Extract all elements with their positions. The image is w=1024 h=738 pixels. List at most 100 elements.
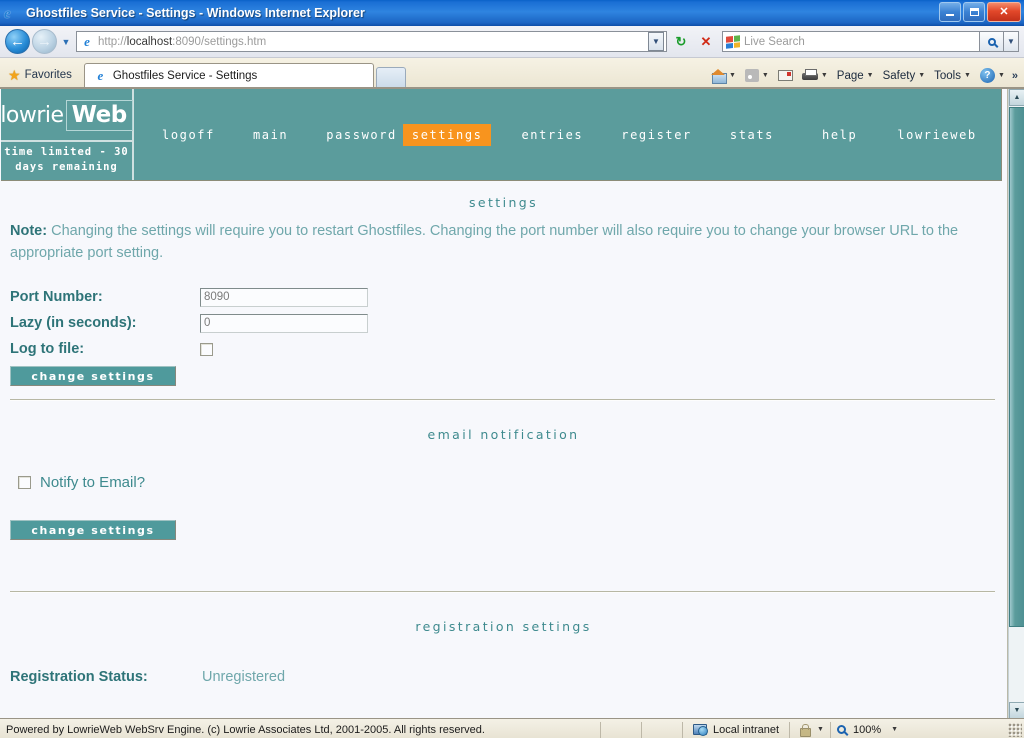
license-line-2: days remaining (15, 161, 118, 173)
restore-button[interactable] (963, 2, 985, 22)
chevron-down-icon: ▼ (761, 72, 769, 79)
license-banner: time limited - 30 days remaining (1, 140, 132, 180)
registration-section-title: registration settings (415, 619, 592, 634)
tab-favicon: e (97, 68, 104, 83)
help-menu[interactable]: ? ▼ (976, 67, 1009, 84)
change-settings-button-main[interactable]: change settings (10, 366, 176, 386)
mail-button[interactable] (774, 69, 797, 82)
safety-menu-label: Safety (882, 69, 916, 82)
tab-label: Ghostfiles Service - Settings (112, 69, 258, 82)
email-section-title: email notification (427, 427, 580, 442)
address-text: http://localhost:8090/settings.htm (98, 35, 267, 48)
log-to-file-label: Log to file: (10, 341, 85, 357)
rss-feed-icon (744, 69, 759, 82)
refresh-button[interactable]: ↻ (670, 31, 692, 53)
notify-email-row: Notify to Email? (8, 474, 999, 491)
feeds-button[interactable]: ▼ (741, 68, 773, 83)
scroll-down-button[interactable]: ▼ (1009, 702, 1024, 718)
page-body: settings Note: Changing the settings wil… (0, 181, 1007, 685)
chevron-down-icon: ▼ (918, 72, 926, 79)
scroll-up-button[interactable]: ▲ (1009, 89, 1024, 106)
notify-email-checkbox[interactable] (18, 476, 31, 489)
nav-item-help[interactable]: help (822, 124, 857, 146)
log-to-file-checkbox[interactable] (200, 342, 213, 356)
security-zone-indicator[interactable]: Local intranet (683, 723, 789, 736)
registration-status-label: Registration Status: (10, 669, 148, 685)
search-input[interactable]: Live Search (722, 31, 980, 52)
address-bar-row: ← → ▼ e http://localhost:8090/settings.h… (0, 26, 1024, 58)
chevron-down-icon: ▼ (964, 72, 971, 79)
forward-button[interactable]: → (32, 29, 57, 54)
mail-icon (777, 70, 793, 81)
nav-item-password[interactable]: password (326, 124, 397, 146)
close-button[interactable]: ✕ (987, 2, 1021, 22)
chevron-down-icon: ▼ (866, 72, 874, 79)
settings-section-title: settings (468, 195, 539, 210)
page-menu[interactable]: Page ▼ (833, 69, 878, 83)
logo-text: lowrie Web (0, 100, 133, 131)
resize-grip[interactable] (1008, 722, 1022, 737)
registration-status-value: Unregistered (202, 669, 286, 685)
note-body: Changing the settings will require you t… (10, 223, 959, 261)
chevron-down-icon: ▼ (997, 72, 1005, 79)
scrollbar-thumb[interactable] (1009, 107, 1024, 627)
minimize-button[interactable] (939, 2, 961, 22)
browser-tab[interactable]: e Ghostfiles Service - Settings (83, 63, 374, 87)
settings-form: Port Number: 8090 Lazy (in seconds): 0 L… (8, 284, 999, 386)
internet-explorer-icon: e (4, 5, 11, 22)
chevron-down-icon: ▼ (820, 72, 828, 79)
logo-wordmark: lowrie Web (0, 89, 133, 140)
page-menu-label: Page (836, 69, 864, 82)
star-icon: ★ (8, 66, 21, 83)
search-go-button[interactable] (980, 31, 1004, 52)
status-spacer-2 (642, 719, 682, 738)
page-favicon: e (84, 34, 90, 49)
nav-item-main[interactable]: main (253, 124, 288, 146)
favorites-button[interactable]: ★ Favorites (6, 63, 82, 87)
site-header: lowrie Web time limited - 30 days remaini… (0, 89, 1002, 181)
status-spacer-1 (601, 719, 641, 738)
nav-item-entries[interactable]: entries (521, 124, 583, 146)
print-button[interactable]: ▼ (798, 68, 832, 83)
registration-status-row: Registration Status: Unregistered (8, 669, 999, 685)
lazy-seconds-row: Lazy (in seconds): 0 (8, 310, 999, 336)
new-tab-button[interactable] (375, 67, 406, 87)
zoom-level: 100% (852, 723, 882, 736)
port-number-input[interactable]: 8090 (200, 287, 368, 307)
nav-item-register[interactable]: register (621, 124, 692, 146)
logo-word-lowrie: lowrie (0, 103, 64, 128)
tools-menu[interactable]: Tools ▼ (930, 69, 975, 83)
search-provider-dropdown[interactable]: ▼ (1004, 31, 1019, 52)
recent-pages-dropdown[interactable]: ▼ (59, 37, 73, 47)
change-settings-button-email[interactable]: change settings (10, 520, 176, 540)
stop-button[interactable]: ✕ (695, 31, 717, 53)
back-button[interactable]: ← (5, 29, 30, 54)
chevron-down-icon[interactable]: ▼ (817, 726, 824, 733)
nav-item-lowrieweb[interactable]: lowrieweb (897, 124, 976, 146)
settings-note: Note: Changing the settings will require… (8, 220, 999, 270)
window-title: Ghostfiles Service - Settings - Windows … (26, 6, 365, 20)
window-controls: ✕ (939, 2, 1021, 22)
zoom-control[interactable]: 100% ▼ (831, 719, 904, 738)
chevron-down-icon[interactable]: ▼ (891, 726, 898, 733)
safety-menu[interactable]: Safety ▼ (879, 69, 930, 83)
logo-word-web: Web (65, 100, 133, 131)
protected-mode-indicator[interactable]: ▼ (790, 719, 830, 738)
address-input[interactable]: e http://localhost:8090/settings.htm ▼ (76, 31, 667, 52)
nav-item-stats[interactable]: stats (730, 124, 774, 146)
site-logo: lowrie Web time limited - 30 days remaini… (0, 89, 134, 180)
command-bar-overflow[interactable]: » (1010, 70, 1020, 82)
zoom-icon (836, 725, 846, 734)
lazy-seconds-input[interactable]: 0 (200, 313, 368, 333)
nav-item-logoff[interactable]: logoff (162, 124, 215, 146)
home-button[interactable]: ▼ (707, 68, 740, 84)
status-message: Powered by LowrieWeb WebSrv Engine. (c) … (6, 723, 485, 736)
internet-zone-icon (693, 723, 708, 736)
note-prefix: Note: (10, 223, 48, 239)
nav-item-settings[interactable]: settings (402, 123, 492, 146)
page-scrollbar[interactable]: ▲ ▼ (1008, 89, 1024, 718)
command-bar: ▼ ▼ ▼ Page ▼ Safety ▼ Tools ▼ ? ▼ » (707, 67, 1020, 84)
address-dropdown-icon[interactable]: ▼ (648, 32, 664, 51)
printer-icon (801, 69, 818, 82)
search-icon (987, 37, 996, 46)
